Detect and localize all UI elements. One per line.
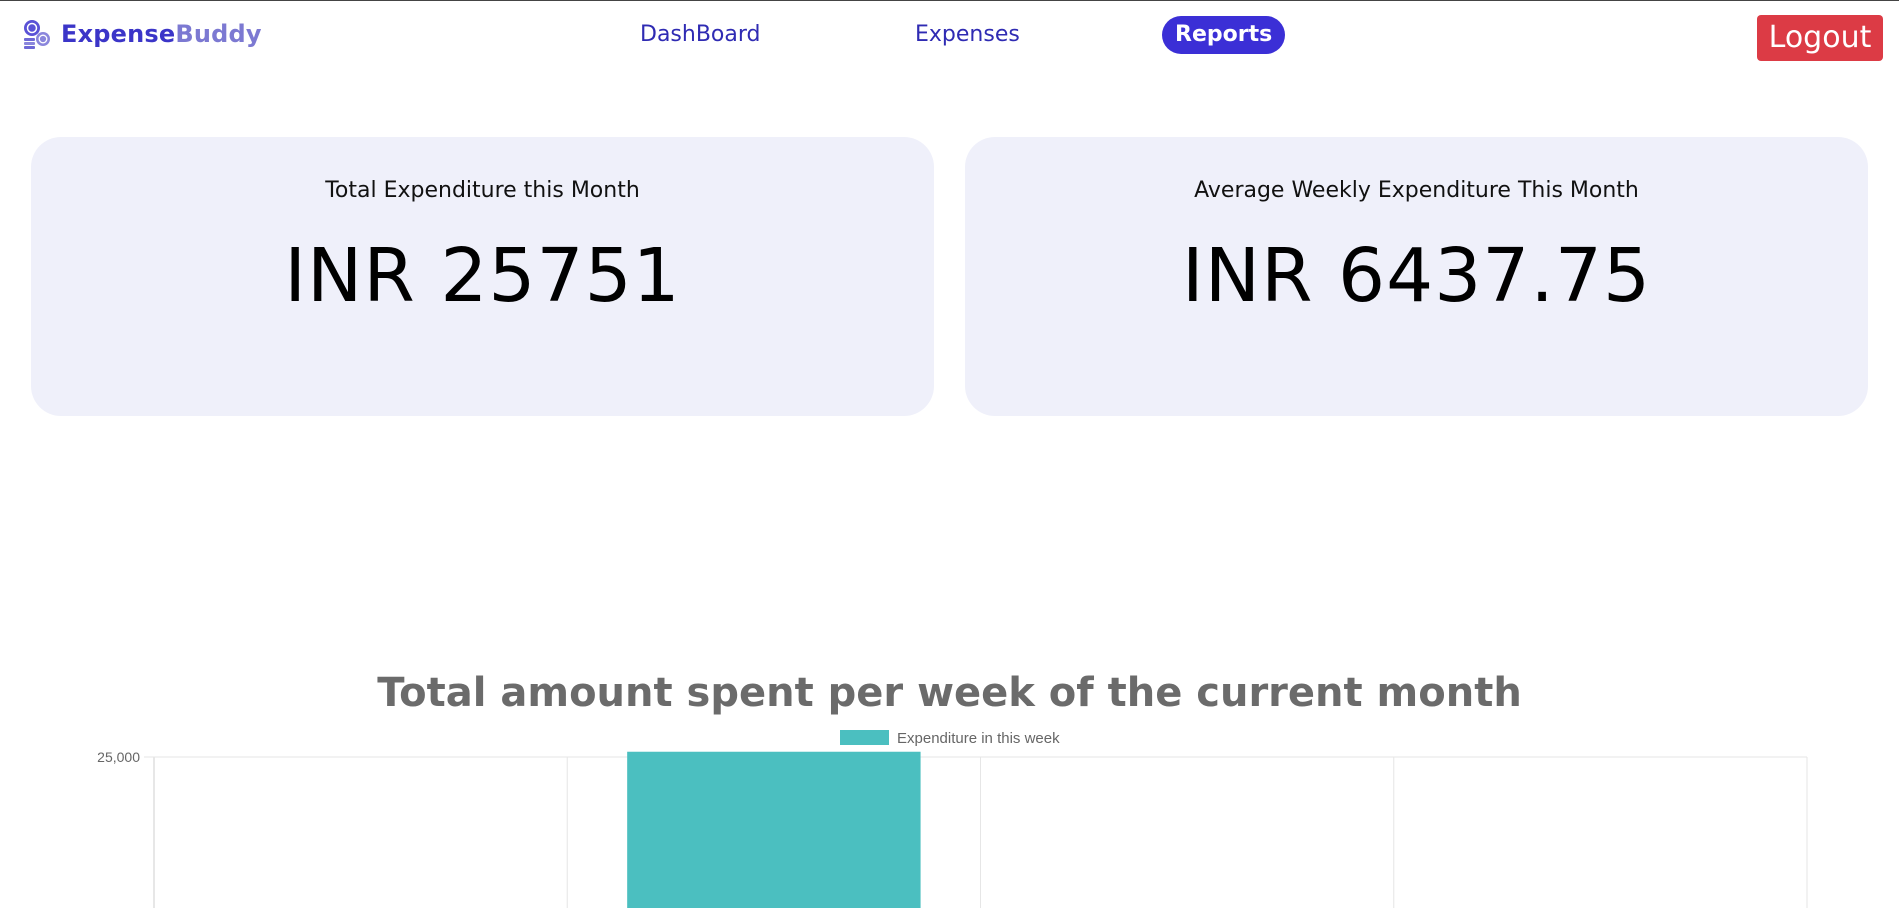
chart-legend-swatch	[840, 730, 889, 745]
chart-bar	[627, 751, 921, 908]
chart-legend-label: Expenditure in this week	[897, 730, 1060, 747]
weekly-expenditure-chart: 25,000 Expenditure in this week	[97, 730, 1808, 908]
chart-y-tick-label: 25,000	[97, 749, 140, 765]
